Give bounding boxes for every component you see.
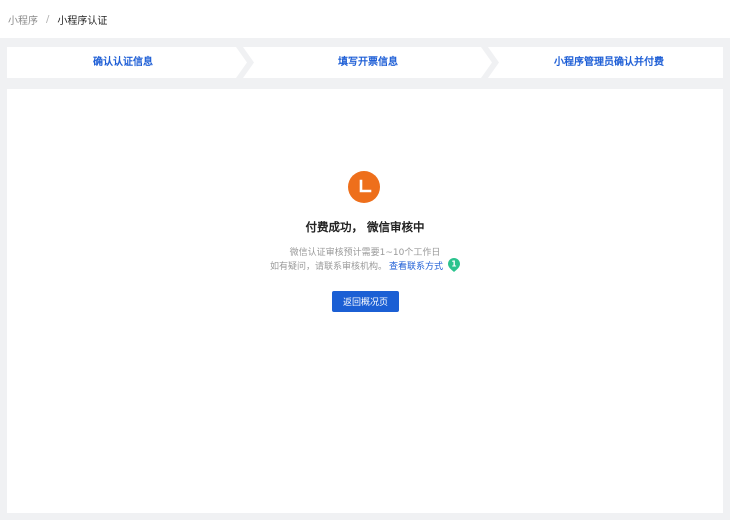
badge-number: 1: [451, 260, 456, 269]
breadcrumb-parent[interactable]: 小程序: [8, 12, 38, 27]
status-panel: 付费成功， 微信审核中 微信认证审核预计需要1~10个工作日 如有疑问，请联系审…: [7, 89, 723, 513]
breadcrumb: 小程序 / 小程序认证: [0, 0, 730, 38]
breadcrumb-current: 小程序认证: [57, 15, 108, 27]
review-duration-text: 微信认证审核预计需要1~10个工作日: [289, 248, 441, 258]
back-to-overview-button[interactable]: 返回概况页: [332, 291, 399, 312]
breadcrumb-separator: /: [46, 13, 50, 25]
step-1-label: 确认认证信息: [93, 57, 153, 68]
view-contact-link[interactable]: 查看联系方式: [389, 259, 443, 272]
clock-icon: [348, 171, 380, 203]
step-2-label: 填写开票信息: [338, 57, 398, 68]
status-title: 付费成功， 微信审核中: [305, 220, 425, 234]
step-3-label: 小程序管理员确认并付费: [554, 57, 664, 68]
step-indicator: 确认认证信息 填写开票信息 小程序管理员确认并付费: [7, 47, 723, 78]
contact-hint-text: 如有疑问，请联系审核机构。: [269, 261, 387, 272]
contact-hint: 如有疑问，请联系审核机构。 查看联系方式 1: [7, 258, 723, 272]
badge-icon: 1: [448, 258, 461, 272]
